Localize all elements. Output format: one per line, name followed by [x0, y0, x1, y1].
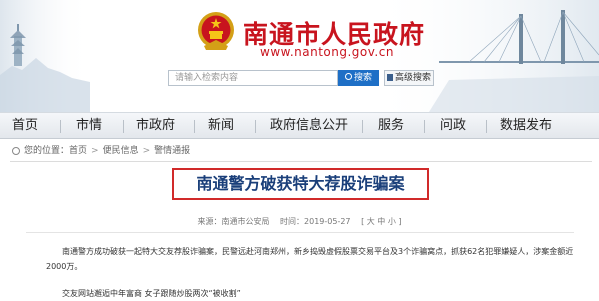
advanced-search-button[interactable]: 高级搜索	[384, 70, 434, 86]
breadcrumb-trail: 您的位置：首页 > 便民信息 > 警情通报	[24, 141, 190, 161]
nav-item-city-info[interactable]: 市情	[76, 113, 102, 139]
breadcrumb-item-convenience[interactable]: 便民信息	[103, 146, 139, 156]
breadcrumb-separator: >	[142, 146, 151, 156]
nav-item-information-disclosure[interactable]: 政府信息公开	[270, 113, 348, 139]
breadcrumb: 您的位置：首页 > 便民信息 > 警情通报	[0, 141, 599, 161]
nav-item-inquiry[interactable]: 问政	[440, 113, 466, 139]
article-source: 来源：南通市公安局	[197, 217, 270, 226]
search-input[interactable]: 请输入检索内容	[168, 70, 338, 86]
nav-divider	[255, 120, 256, 133]
advanced-search-icon	[386, 74, 393, 81]
article-meta: 来源：南通市公安局 时间：2019-05-27 [ 大 中 小 ]	[0, 216, 599, 227]
nav-divider	[60, 120, 61, 133]
article-subheading: 交友网站邂逅中年富商 女子跟随炒股两次“被收割”	[62, 289, 241, 298]
main-nav: 首页 市情 市政府 新闻 政府信息公开 服务 问政 数据发布	[0, 112, 599, 139]
nav-item-news[interactable]: 新闻	[208, 113, 234, 139]
article-date: 时间：2019-05-27	[280, 217, 351, 226]
article-paragraph: 南通警方成功破获一起特大交友荐股诈骗案，民警远赴河南郑州，新乡捣毁虚假股票交易平…	[46, 247, 574, 271]
nav-item-data-release[interactable]: 数据发布	[500, 113, 552, 139]
meta-divider	[26, 232, 574, 233]
advanced-search-label: 高级搜索	[394, 73, 431, 83]
nav-item-home[interactable]: 首页	[12, 113, 38, 139]
search-button-label: 搜索	[353, 73, 372, 83]
search-icon	[344, 73, 352, 80]
font-size-selector[interactable]: [ 大 中 小 ]	[361, 217, 401, 226]
breadcrumb-item-home[interactable]: 首页	[69, 146, 87, 156]
search-button[interactable]: 搜索	[338, 70, 379, 86]
nav-divider	[424, 120, 425, 133]
nav-item-city-government[interactable]: 市政府	[136, 113, 175, 139]
nav-item-services[interactable]: 服务	[378, 113, 404, 139]
breadcrumb-separator: >	[91, 146, 99, 156]
location-icon	[12, 147, 20, 155]
breadcrumb-label: 您的位置：	[24, 146, 70, 156]
pagoda-skyline-illustration	[0, 0, 90, 112]
nav-divider	[123, 120, 124, 133]
nav-divider	[486, 120, 487, 133]
site-header: 南通市人民政府 www.nantong.gov.cn 请输入检索内容 搜索 高级…	[0, 0, 599, 112]
national-emblem-icon	[198, 12, 234, 50]
nav-divider	[194, 120, 195, 133]
breadcrumb-divider	[10, 161, 592, 162]
article-title-highlight: 南通警方破获特大荐股诈骗案	[172, 168, 429, 200]
breadcrumb-item-police-report[interactable]: 警情通报	[154, 146, 190, 156]
nav-divider	[362, 120, 363, 133]
article-title: 南通警方破获特大荐股诈骗案	[196, 174, 405, 193]
site-domain: www.nantong.gov.cn	[260, 45, 394, 59]
